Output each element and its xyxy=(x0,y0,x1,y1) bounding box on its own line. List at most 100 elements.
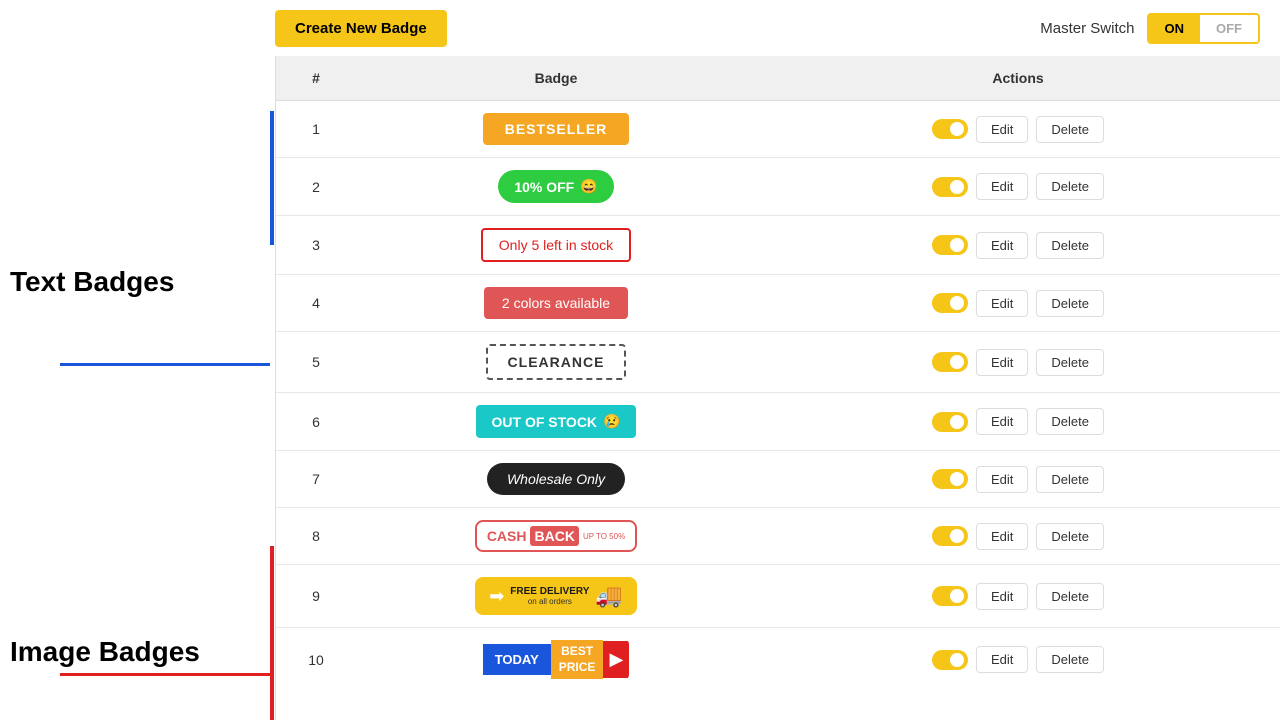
badge-10off-text: 10% OFF xyxy=(514,179,574,195)
cashback-back-text: BACK xyxy=(530,526,578,546)
col-actions: Actions xyxy=(756,56,1280,101)
table-row: 1 BESTSELLER Edit Delete xyxy=(276,101,1280,158)
edit-button[interactable]: Edit xyxy=(976,290,1028,317)
blue-vertical-line xyxy=(270,111,274,245)
table-area: # Badge Actions 1 BESTSELLER xyxy=(275,56,1280,720)
row-number: 6 xyxy=(276,393,356,451)
create-badge-button[interactable]: Create New Badge xyxy=(275,10,447,47)
delete-button[interactable]: Delete xyxy=(1036,646,1104,673)
row-toggle[interactable] xyxy=(932,526,968,546)
main-content: Text Badges Image Badges # Badge Actions xyxy=(0,56,1280,720)
bestprice-best: BEST xyxy=(561,644,593,658)
table-row: 5 CLEARANCE Edit Delete xyxy=(276,332,1280,393)
actions-cell: Edit Delete xyxy=(756,275,1280,332)
page-wrapper: Create New Badge Master Switch ON OFF Te… xyxy=(0,0,1280,720)
red-vertical-line xyxy=(270,546,274,720)
badge-cell: CLEARANCE xyxy=(356,332,756,393)
emoji-icon: 😢 xyxy=(603,413,620,430)
actions-cell: Edit Delete xyxy=(756,508,1280,565)
row-actions: Edit Delete xyxy=(766,583,1270,610)
image-badges-label: Image Badges xyxy=(10,636,200,668)
row-number: 2 xyxy=(276,158,356,216)
delete-button[interactable]: Delete xyxy=(1036,466,1104,493)
row-toggle[interactable] xyxy=(932,119,968,139)
badge-stock: Only 5 left in stock xyxy=(481,228,631,262)
row-actions: Edit Delete xyxy=(766,646,1270,673)
arrow-icon: ➡ xyxy=(489,586,504,607)
row-toggle[interactable] xyxy=(932,293,968,313)
delete-button[interactable]: Delete xyxy=(1036,523,1104,550)
table-row: 10 TODAY BEST PRICE ▶ xyxy=(276,628,1280,692)
badge-cell: CASH BACK UP TO 50% xyxy=(356,508,756,565)
table-row: 9 ➡ FREE DELIVERY on all orders 🚚 xyxy=(276,565,1280,628)
badge-cell: OUT OF STOCK 😢 xyxy=(356,393,756,451)
row-toggle[interactable] xyxy=(932,650,968,670)
top-bar: Create New Badge Master Switch ON OFF xyxy=(0,0,1280,56)
delete-button[interactable]: Delete xyxy=(1036,583,1104,610)
edit-button[interactable]: Edit xyxy=(976,116,1028,143)
badge-clearance: CLEARANCE xyxy=(486,344,627,380)
edit-button[interactable]: Edit xyxy=(976,646,1028,673)
master-toggle-group: ON OFF xyxy=(1147,13,1261,44)
toggle-off-button[interactable]: OFF xyxy=(1200,15,1258,42)
emoji-icon: 😄 xyxy=(580,178,597,195)
edit-button[interactable]: Edit xyxy=(976,173,1028,200)
row-toggle[interactable] xyxy=(932,235,968,255)
actions-cell: Edit Delete xyxy=(756,628,1280,692)
edit-button[interactable]: Edit xyxy=(976,232,1028,259)
actions-cell: Edit Delete xyxy=(756,158,1280,216)
row-actions: Edit Delete xyxy=(766,523,1270,550)
row-actions: Edit Delete xyxy=(766,349,1270,376)
badge-outofstock-text: OUT OF STOCK xyxy=(492,414,598,430)
row-number: 9 xyxy=(276,565,356,628)
toggle-on-button[interactable]: ON xyxy=(1149,15,1201,42)
table-row: 3 Only 5 left in stock Edit Delete xyxy=(276,216,1280,275)
blue-horizontal-line xyxy=(60,363,270,366)
table-row: 4 2 colors available Edit Delete xyxy=(276,275,1280,332)
edit-button[interactable]: Edit xyxy=(976,523,1028,550)
row-toggle[interactable] xyxy=(932,352,968,372)
bestprice-price: PRICE xyxy=(559,660,596,674)
freedelivery-label: FREE DELIVERY xyxy=(510,586,589,597)
badge-cell: ➡ FREE DELIVERY on all orders 🚚 xyxy=(356,565,756,628)
row-toggle[interactable] xyxy=(932,412,968,432)
badge-cell: TODAY BEST PRICE ▶ xyxy=(356,628,756,692)
row-toggle[interactable] xyxy=(932,586,968,606)
master-switch-area: Master Switch ON OFF xyxy=(1040,13,1260,44)
edit-button[interactable]: Edit xyxy=(976,349,1028,376)
left-labels: Text Badges Image Badges xyxy=(0,56,275,720)
badge-bestseller: BESTSELLER xyxy=(483,113,630,145)
delete-button[interactable]: Delete xyxy=(1036,116,1104,143)
delete-button[interactable]: Delete xyxy=(1036,408,1104,435)
row-actions: Edit Delete xyxy=(766,232,1270,259)
delete-button[interactable]: Delete xyxy=(1036,290,1104,317)
edit-button[interactable]: Edit xyxy=(976,408,1028,435)
row-number: 5 xyxy=(276,332,356,393)
cashback-cash-text: CASH xyxy=(487,528,527,544)
row-actions: Edit Delete xyxy=(766,466,1270,493)
delete-button[interactable]: Delete xyxy=(1036,349,1104,376)
edit-button[interactable]: Edit xyxy=(976,466,1028,493)
table-row: 6 OUT OF STOCK 😢 Edit Delete xyxy=(276,393,1280,451)
actions-cell: Edit Delete xyxy=(756,393,1280,451)
row-actions: Edit Delete xyxy=(766,408,1270,435)
row-toggle[interactable] xyxy=(932,469,968,489)
delete-button[interactable]: Delete xyxy=(1036,232,1104,259)
actions-cell: Edit Delete xyxy=(756,216,1280,275)
badge-cell: 10% OFF 😄 xyxy=(356,158,756,216)
badge-cell: 2 colors available xyxy=(356,275,756,332)
col-badge: Badge xyxy=(356,56,756,101)
delete-button[interactable]: Delete xyxy=(1036,173,1104,200)
row-actions: Edit Delete xyxy=(766,173,1270,200)
col-number: # xyxy=(276,56,356,101)
edit-button[interactable]: Edit xyxy=(976,583,1028,610)
text-badges-label: Text Badges xyxy=(10,266,174,298)
red-horizontal-line xyxy=(60,673,270,676)
cashback-sub-text: UP TO 50% xyxy=(583,532,625,541)
badge-colors: 2 colors available xyxy=(484,287,628,319)
row-toggle[interactable] xyxy=(932,177,968,197)
badge-cell: Only 5 left in stock xyxy=(356,216,756,275)
row-number: 8 xyxy=(276,508,356,565)
bestprice-today: TODAY xyxy=(483,644,551,675)
row-actions: Edit Delete xyxy=(766,290,1270,317)
